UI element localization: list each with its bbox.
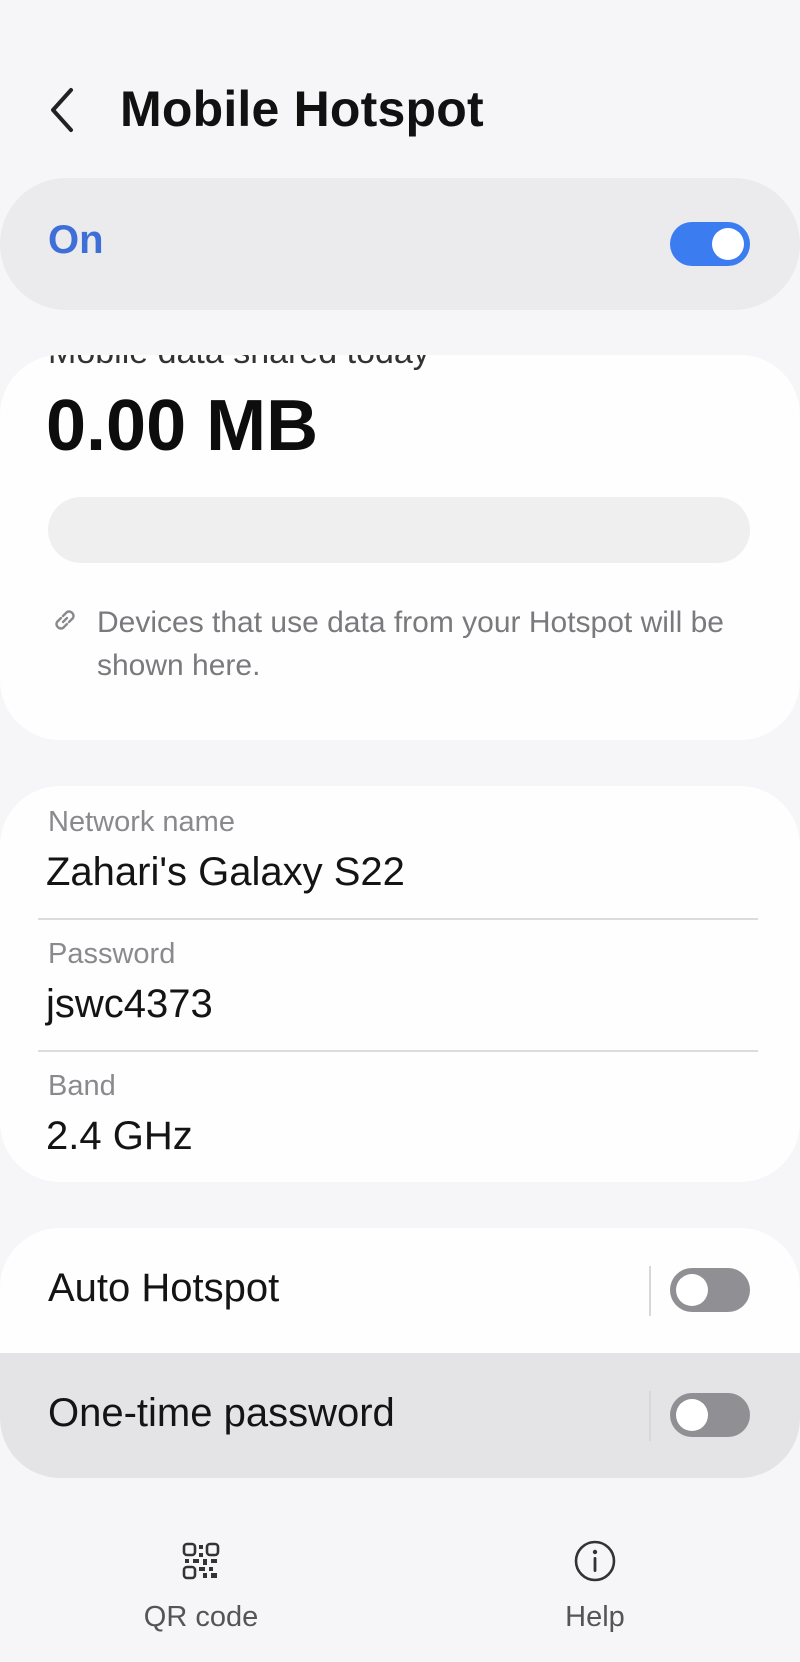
master-switch-label: On	[48, 218, 104, 262]
back-button[interactable]	[42, 82, 82, 138]
band-value: 2.4 GHz	[46, 1114, 193, 1158]
usage-note: Devices that use data from your Hotspot …	[97, 606, 724, 682]
one-time-password-label: One-time password	[48, 1391, 395, 1435]
divider	[649, 1266, 651, 1316]
network-name-field[interactable]: Network name Zahari's Galaxy S22	[0, 806, 800, 916]
data-usage-card: Mobile data shared today 0.00 MB Devices…	[0, 355, 800, 740]
qr-code-icon	[181, 1535, 221, 1587]
chevron-left-icon	[51, 88, 73, 132]
divider	[649, 1391, 651, 1441]
password-field[interactable]: Password jswc4373	[0, 938, 800, 1048]
band-label: Band	[48, 1070, 116, 1102]
toggle-knob	[676, 1399, 708, 1431]
band-field[interactable]: Band 2.4 GHz	[0, 1070, 800, 1180]
master-switch-bar[interactable]: On	[0, 178, 800, 310]
help-button[interactable]: Help	[495, 1535, 695, 1645]
hotspot-options-card: Auto Hotspot One-time password	[0, 1228, 800, 1478]
help-label: Help	[565, 1601, 625, 1633]
divider	[38, 1050, 758, 1052]
network-name-value: Zahari's Galaxy S22	[46, 850, 405, 894]
password-value: jswc4373	[46, 982, 213, 1026]
link-icon	[50, 605, 80, 640]
qr-code-label: QR code	[143, 1601, 259, 1633]
usage-caption: Mobile data shared today	[48, 355, 430, 372]
network-settings-card: Network name Zahari's Galaxy S22 Passwor…	[0, 786, 800, 1182]
auto-hotspot-row[interactable]: Auto Hotspot	[0, 1228, 800, 1353]
app-header: Mobile Hotspot	[0, 60, 800, 160]
master-toggle[interactable]	[670, 222, 750, 266]
network-name-label: Network name	[48, 806, 235, 838]
toggle-knob	[712, 228, 744, 260]
auto-hotspot-label: Auto Hotspot	[48, 1266, 280, 1310]
usage-amount: 0.00 MB	[46, 386, 319, 466]
toggle-knob	[676, 1274, 708, 1306]
page-title: Mobile Hotspot	[120, 81, 484, 137]
one-time-password-row[interactable]: One-time password	[0, 1353, 800, 1478]
auto-hotspot-toggle[interactable]	[670, 1268, 750, 1312]
divider	[38, 918, 758, 920]
password-label: Password	[48, 938, 176, 970]
info-icon	[573, 1535, 617, 1587]
one-time-password-toggle[interactable]	[670, 1393, 750, 1437]
qr-code-button[interactable]: QR code	[101, 1535, 301, 1645]
usage-progress-bar	[48, 497, 750, 563]
bottom-navigation: QR code Help	[0, 1535, 800, 1655]
